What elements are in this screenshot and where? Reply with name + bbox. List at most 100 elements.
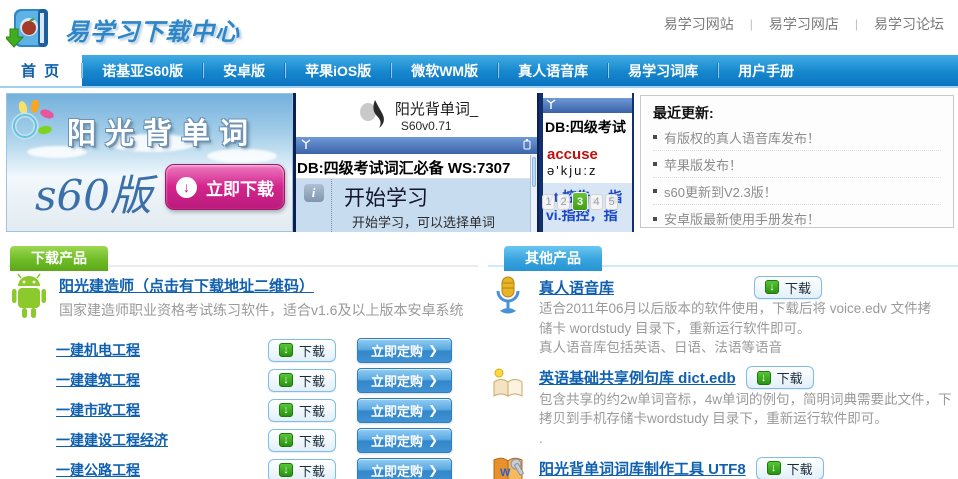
- carousel-pagination: 1 2 3 4 5: [542, 192, 618, 211]
- download-button[interactable]: ↓下载: [268, 459, 336, 479]
- nav-item-dictionary[interactable]: 易学习词库: [608, 55, 718, 86]
- download-button[interactable]: ↓下载: [268, 399, 336, 422]
- scrollbar[interactable]: [530, 155, 537, 232]
- download-button[interactable]: ↓下载: [268, 339, 336, 362]
- sunshine-flower-icon: [9, 100, 61, 157]
- chevron-right-icon: ❯: [428, 403, 438, 417]
- book-wrench-icon: W: [488, 456, 528, 479]
- desc-line: 真人语音库包括英语、日语、法语等语音: [539, 338, 931, 358]
- item-link-architecture[interactable]: 一建建筑工程: [56, 370, 268, 390]
- nav-item-home[interactable]: 首 页: [0, 55, 82, 86]
- link-dict-tool[interactable]: 阳光背单词词库制作工具 UTF8: [539, 458, 746, 479]
- app-header: 阳光背单词_ S60v0.71: [296, 93, 537, 137]
- link-voice-library[interactable]: 真人语音库: [539, 277, 614, 298]
- download-button[interactable]: ↓下载: [268, 429, 336, 452]
- top-link-forum[interactable]: 易学习论坛: [874, 14, 944, 34]
- chevron-right-icon: ❯: [428, 373, 438, 387]
- top-link-store[interactable]: 易学习网店: [769, 14, 839, 34]
- banner-download-label: 立即下载: [206, 175, 274, 200]
- pagination-dot-1[interactable]: 1: [542, 194, 555, 210]
- download-arrow-icon: ↓: [279, 433, 293, 447]
- download-button[interactable]: ↓下载: [268, 369, 336, 392]
- update-item[interactable]: 有版权的真人语音库发布！: [653, 124, 941, 151]
- book-lamp-icon: [488, 366, 528, 449]
- download-row: 一建公路工程 ↓下载 立即定购❯: [56, 458, 478, 479]
- microphone-icon: [488, 275, 528, 358]
- bullet-icon: [653, 135, 657, 139]
- item-link-mechanical[interactable]: 一建机电工程: [56, 340, 268, 360]
- status-bar: [543, 98, 632, 113]
- download-button[interactable]: ↓下载: [754, 276, 822, 299]
- download-button[interactable]: ↓下载: [756, 457, 824, 479]
- desc-line: .: [539, 429, 952, 449]
- download-arrow-icon: ↓: [279, 463, 293, 477]
- download-arrow-icon: ↓: [279, 403, 293, 417]
- banner-title: 阳光背单词: [67, 110, 257, 152]
- signal-icon: [301, 137, 311, 155]
- nav-item-wm[interactable]: 微软WM版: [391, 55, 498, 86]
- recent-updates-panel: 最近更新: 有版权的真人语音库发布！ 苹果版发布！ s60更新到V2.3版！ 安…: [640, 95, 954, 228]
- other-product-voice-library: 真人语音库 ↓下载 适合2011年06月以后版本的软件使用，下载后将 voice…: [488, 275, 958, 358]
- pagination-dot-3-active[interactable]: 3: [572, 192, 588, 211]
- order-now-button[interactable]: 立即定购❯: [357, 368, 452, 393]
- phone-screenshot-1: 阳光背单词_ S60v0.71 DB:四级考试词汇必备 WS:7307 i 开始…: [293, 93, 539, 232]
- tab-other-products[interactable]: 其他产品: [504, 246, 602, 271]
- page: 易学习下载中心 易学习网站 | 易学习网店 | 易学习论坛 首 页 诺基亚S60…: [0, 0, 958, 479]
- item-link-economics[interactable]: 一建建设工程经济: [56, 430, 268, 450]
- update-item[interactable]: 安卓版最新使用手册发布！: [653, 205, 941, 232]
- order-now-button[interactable]: 立即定购❯: [357, 338, 452, 363]
- tab-download-products[interactable]: 下载产品: [10, 246, 108, 271]
- pagination-dot-5[interactable]: 5: [605, 194, 618, 210]
- top-links: 易学习网站 | 易学习网店 | 易学习论坛: [664, 14, 944, 34]
- update-text: 安卓版最新使用手册发布！: [664, 209, 820, 228]
- menu-item-start-learning[interactable]: 开始学习: [332, 179, 495, 212]
- item-link-municipal[interactable]: 一建市政工程: [56, 400, 268, 420]
- scrollbar-thumb[interactable]: [532, 157, 536, 187]
- nav-item-ios[interactable]: 苹果iOS版: [285, 55, 391, 86]
- item-link-highway[interactable]: 一建公路工程: [56, 460, 268, 479]
- banner-download-button[interactable]: ↓ 立即下载: [165, 164, 285, 210]
- nav-item-nokia-s60[interactable]: 诺基亚S60版: [82, 55, 203, 86]
- db-status-line: DB:四级考试词汇必备 WS:7307: [296, 154, 537, 179]
- download-arrow-icon: ↓: [757, 371, 771, 385]
- vocabulary-word: accuse: [543, 141, 632, 163]
- download-arrow-icon: ↓: [279, 343, 293, 357]
- db-status-line: DB:四级考试: [543, 113, 632, 141]
- app-title: 阳光背单词_: [395, 98, 478, 119]
- promo-banner[interactable]: 阳光背单词 s60版 ↓ 立即下载: [6, 93, 293, 232]
- download-products-section: 下载产品 阳光建造师（点击有下载地址二维码） 国家建造师职业资格考试练习: [8, 246, 478, 479]
- android-icon: [8, 272, 50, 325]
- update-item[interactable]: 苹果版发布！: [653, 151, 941, 178]
- site-logo[interactable]: 易学习下载中心: [6, 3, 240, 56]
- order-now-button[interactable]: 立即定购❯: [357, 398, 452, 423]
- desc-line: 包含共享的约2w单词音标，4w单词的例句，简明词典需要此文件，下: [539, 390, 952, 410]
- update-item[interactable]: s60更新到V2.3版！: [653, 178, 941, 205]
- phonetic-transcription: ə'kju:z: [543, 163, 632, 183]
- battery-icon: [522, 137, 532, 155]
- banner-carousel: 阳光背单词 s60版 ↓ 立即下载 阳光背单词_ S60v0.71: [6, 93, 634, 232]
- main-nav: 首 页 诺基亚S60版 安卓版 苹果iOS版 微软WM版 真人语音库 易学习词库…: [0, 55, 958, 88]
- bullet-icon: [653, 217, 657, 221]
- backpack-download-icon: [6, 3, 58, 56]
- nav-item-voice-library[interactable]: 真人语音库: [498, 55, 608, 86]
- download-arrow-icon: ↓: [765, 280, 779, 294]
- signal-icon: [546, 97, 556, 115]
- pagination-dot-4[interactable]: 4: [590, 194, 603, 210]
- top-link-website[interactable]: 易学习网站: [664, 14, 734, 34]
- link-example-db[interactable]: 英语基础共享例句库 dict.edb: [539, 367, 736, 388]
- phone-screenshot-2: DB:四级考试 accuse ə'kju:z vt.控告， 指 vi.指控，指: [539, 93, 634, 232]
- nav-item-android[interactable]: 安卓版: [203, 55, 285, 86]
- order-now-button[interactable]: 立即定购❯: [357, 428, 452, 453]
- banner-subtitle: s60版: [35, 162, 152, 223]
- order-now-button[interactable]: 立即定购❯: [357, 458, 452, 479]
- pagination-dot-2[interactable]: 2: [557, 194, 570, 210]
- link-separator: |: [855, 17, 858, 31]
- nav-item-manual[interactable]: 用户手册: [718, 55, 814, 86]
- svg-text:W: W: [500, 467, 511, 479]
- chevron-right-icon: ❯: [428, 433, 438, 447]
- download-arrow-icon: ↓: [279, 373, 293, 387]
- download-row: 一建建筑工程 ↓下载 立即定购❯: [56, 368, 478, 392]
- download-button[interactable]: ↓下载: [746, 366, 814, 389]
- link-separator: |: [750, 17, 753, 31]
- product-link-builder[interactable]: 阳光建造师（点击有下载地址二维码）: [59, 275, 463, 296]
